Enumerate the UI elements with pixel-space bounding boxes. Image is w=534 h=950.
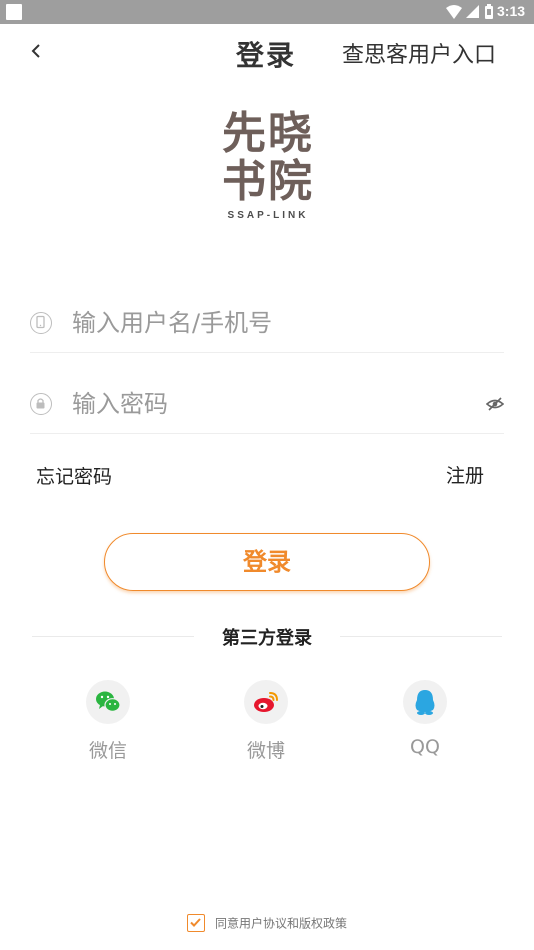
agreement-text[interactable]: 同意用户协议和版权政策 — [215, 917, 347, 931]
register-link[interactable]: 注册 — [446, 461, 484, 488]
wechat-icon — [86, 680, 130, 724]
wifi-icon — [446, 5, 462, 19]
divider-line-right — [340, 636, 502, 637]
hide-password-icon[interactable] — [486, 395, 504, 413]
agreement-row: 同意用户协议和版权政策 — [0, 914, 534, 932]
chasike-user-entry-link[interactable]: 查思客用户入口 — [342, 37, 496, 69]
qq-icon — [403, 680, 447, 724]
divider-line-left — [32, 636, 194, 637]
notification-icon — [6, 4, 22, 20]
password-input[interactable] — [70, 383, 464, 425]
qq-login-button[interactable]: QQ — [385, 680, 465, 758]
qq-label: QQ — [410, 736, 440, 758]
wechat-login-button[interactable]: 微信 — [68, 680, 148, 763]
logo-line2: 书院 — [222, 156, 314, 207]
wechat-label: 微信 — [88, 740, 127, 762]
third-party-divider: 第三方登录 — [0, 624, 534, 650]
username-field-row — [30, 292, 504, 353]
app-logo: 先晓 书院 SSAP-LINK — [212, 108, 324, 222]
logo-line1: 先晓 — [222, 108, 314, 159]
login-button[interactable]: 登录 — [104, 533, 430, 591]
username-input[interactable] — [70, 302, 464, 344]
status-time: 3:13 — [497, 3, 526, 19]
battery-icon — [485, 4, 493, 19]
lock-icon — [30, 393, 52, 415]
weibo-icon — [244, 680, 288, 724]
weibo-login-button[interactable]: 微博 — [226, 680, 306, 763]
logo-subtitle: SSAP-LINK — [227, 210, 309, 221]
weibo-label: 微博 — [246, 740, 285, 762]
password-field-row — [30, 373, 504, 434]
agreement-checkbox[interactable] — [186, 914, 205, 932]
signal-icon — [466, 5, 479, 18]
third-party-label: 第三方登录 — [222, 628, 312, 649]
forgot-password-link[interactable]: 忘记密码 — [36, 462, 112, 489]
phone-icon — [30, 312, 52, 334]
status-bar: 3:13 — [0, 0, 534, 24]
